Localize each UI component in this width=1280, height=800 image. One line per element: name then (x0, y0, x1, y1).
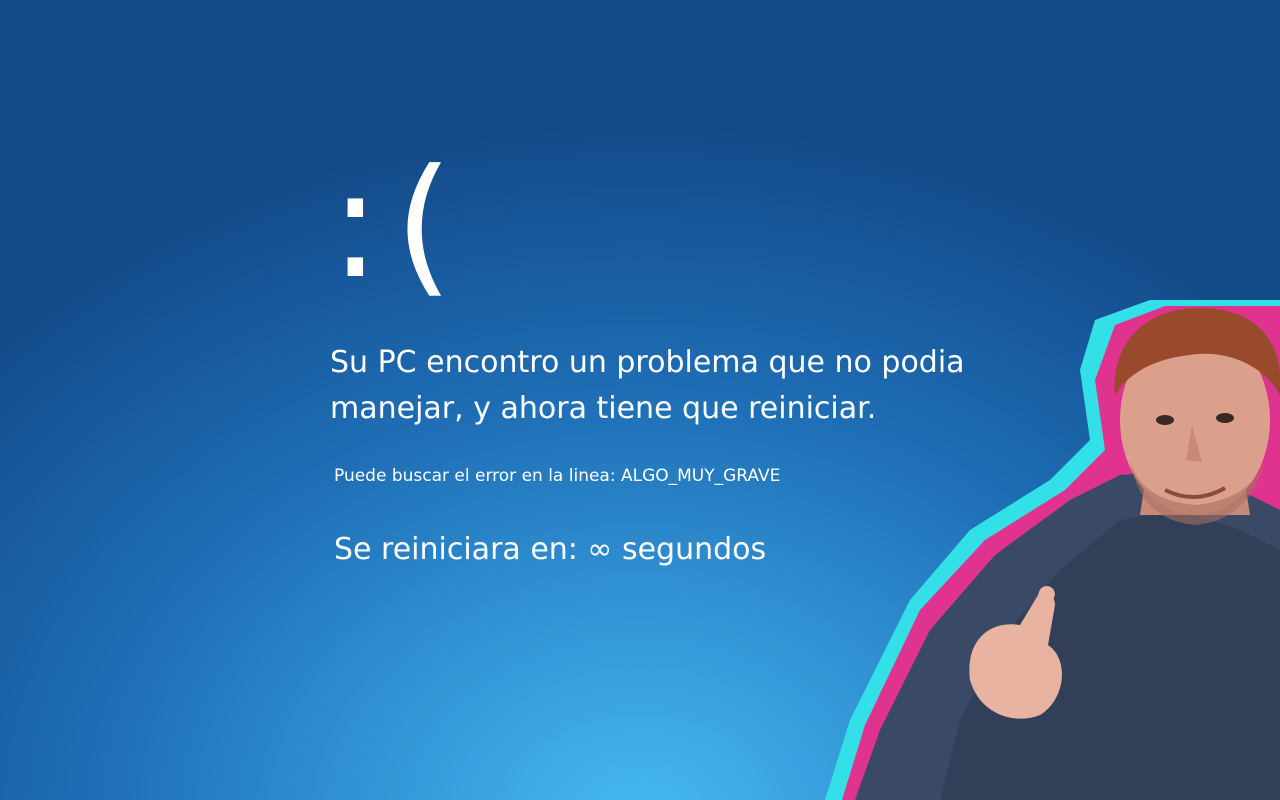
left-eye (1156, 415, 1174, 425)
person-cutout-image (825, 300, 1280, 800)
right-eye (1216, 413, 1234, 423)
